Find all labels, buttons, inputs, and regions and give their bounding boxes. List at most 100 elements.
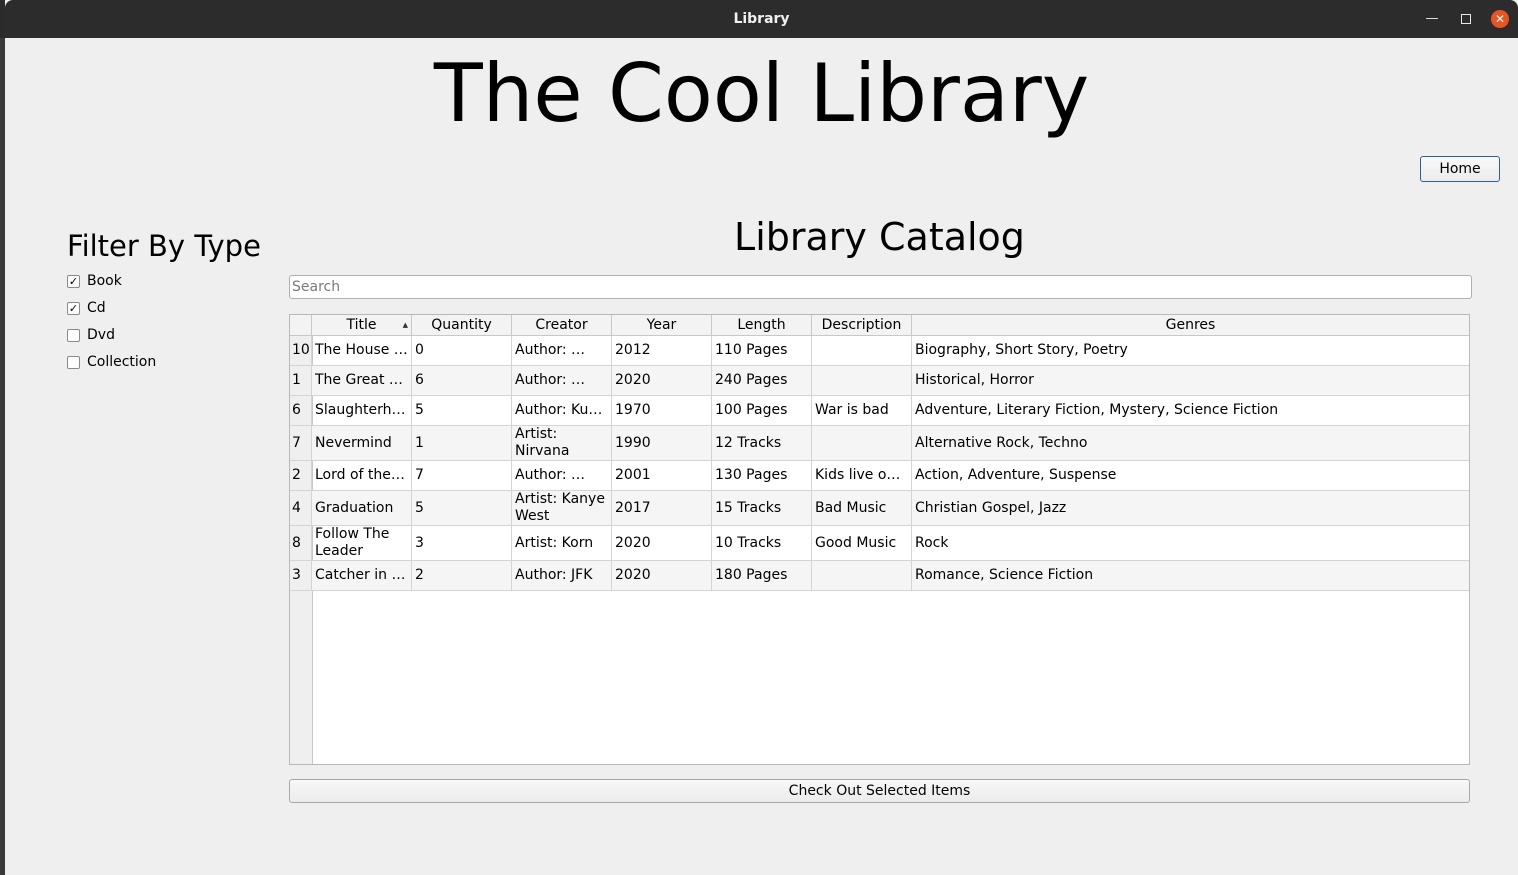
cell-description[interactable] bbox=[812, 561, 912, 590]
checkbox-icon[interactable]: ✓ bbox=[67, 274, 80, 288]
cell-length[interactable]: 15 Tracks bbox=[712, 491, 812, 525]
cell-quantity[interactable]: 5 bbox=[412, 491, 512, 525]
column-header-description[interactable]: Description bbox=[812, 315, 912, 335]
column-header-year[interactable]: Year bbox=[612, 315, 712, 335]
cell-creator[interactable]: Author: … bbox=[512, 366, 612, 395]
cell-year[interactable]: 2017 bbox=[612, 491, 712, 525]
row-header[interactable]: 1 bbox=[290, 366, 312, 395]
column-header-creator[interactable]: Creator bbox=[512, 315, 612, 335]
cell-description[interactable] bbox=[812, 336, 912, 365]
cell-length[interactable]: 12 Tracks bbox=[712, 426, 812, 460]
cell-year[interactable]: 2020 bbox=[612, 561, 712, 590]
cell-year[interactable]: 1970 bbox=[612, 396, 712, 425]
check-out-button[interactable]: Check Out Selected Items bbox=[289, 779, 1470, 803]
table-row[interactable]: 4 Graduation 5 Artist: Kanye West 2017 1… bbox=[290, 491, 1469, 526]
cell-quantity[interactable]: 1 bbox=[412, 426, 512, 460]
cell-title[interactable]: Slaughterh… bbox=[312, 396, 412, 425]
table-row[interactable]: 7 Nevermind 1 Artist: Nirvana 1990 12 Tr… bbox=[290, 426, 1469, 461]
cell-description[interactable] bbox=[812, 366, 912, 395]
cell-title[interactable]: Follow The Leader bbox=[312, 526, 412, 560]
cell-length[interactable]: 100 Pages bbox=[712, 396, 812, 425]
table-row[interactable]: 10 The House … 0 Author: … 2012 110 Page… bbox=[290, 336, 1469, 366]
cell-creator[interactable]: Artist: Korn bbox=[512, 526, 612, 560]
filter-book-checkbox[interactable]: ✓ Book bbox=[67, 271, 122, 291]
table-row[interactable]: 8 Follow The Leader 3 Artist: Korn 2020 … bbox=[290, 526, 1469, 561]
cell-length[interactable]: 10 Tracks bbox=[712, 526, 812, 560]
cell-genres[interactable]: Christian Gospel, Jazz bbox=[912, 491, 1469, 525]
cell-genres[interactable]: Action, Adventure, Suspense bbox=[912, 461, 1469, 490]
cell-description[interactable]: War is bad bbox=[812, 396, 912, 425]
cell-quantity[interactable]: 2 bbox=[412, 561, 512, 590]
cell-quantity[interactable]: 0 bbox=[412, 336, 512, 365]
cell-length[interactable]: 110 Pages bbox=[712, 336, 812, 365]
cell-genres[interactable]: Biography, Short Story, Poetry bbox=[912, 336, 1469, 365]
window-titlebar[interactable]: Library — ✕ bbox=[5, 0, 1518, 38]
checkbox-icon[interactable] bbox=[67, 355, 80, 369]
cell-quantity[interactable]: 7 bbox=[412, 461, 512, 490]
close-icon[interactable]: ✕ bbox=[1491, 10, 1509, 28]
cell-genres[interactable]: Historical, Horror bbox=[912, 366, 1469, 395]
row-header[interactable]: 2 bbox=[290, 461, 312, 490]
cell-quantity[interactable]: 3 bbox=[412, 526, 512, 560]
column-header-length[interactable]: Length bbox=[712, 315, 812, 335]
cell-description[interactable]: Good Music bbox=[812, 526, 912, 560]
cell-title[interactable]: Nevermind bbox=[312, 426, 412, 460]
cell-genres[interactable]: Alternative Rock, Techno bbox=[912, 426, 1469, 460]
cell-quantity[interactable]: 6 bbox=[412, 366, 512, 395]
cell-title[interactable]: Graduation bbox=[312, 491, 412, 525]
cell-description[interactable] bbox=[812, 426, 912, 460]
row-header[interactable]: 3 bbox=[290, 561, 312, 590]
cell-year[interactable]: 2020 bbox=[612, 526, 712, 560]
row-header[interactable]: 4 bbox=[290, 491, 312, 525]
cell-creator[interactable]: Artist: Nirvana bbox=[512, 426, 612, 460]
minimize-icon[interactable]: — bbox=[1423, 10, 1441, 28]
cell-length[interactable]: 180 Pages bbox=[712, 561, 812, 590]
table-row[interactable]: 6 Slaughterh… 5 Author: Ku… 1970 100 Pag… bbox=[290, 396, 1469, 426]
cell-quantity[interactable]: 5 bbox=[412, 396, 512, 425]
checkbox-icon[interactable] bbox=[67, 328, 80, 342]
cell-title[interactable]: The House … bbox=[312, 336, 412, 365]
cell-genres[interactable]: Adventure, Literary Fiction, Mystery, Sc… bbox=[912, 396, 1469, 425]
home-button[interactable]: Home bbox=[1420, 156, 1500, 182]
cell-creator[interactable]: Author: Ku… bbox=[512, 396, 612, 425]
cell-length[interactable]: 130 Pages bbox=[712, 461, 812, 490]
corner-button[interactable] bbox=[290, 315, 312, 335]
table-row[interactable]: 1 The Great … 6 Author: … 2020 240 Pages… bbox=[290, 366, 1469, 396]
table-row[interactable]: 2 Lord of the… 7 Author: … 2001 130 Page… bbox=[290, 461, 1469, 491]
cell-creator[interactable]: Author: JFK bbox=[512, 561, 612, 590]
cell-year[interactable]: 1990 bbox=[612, 426, 712, 460]
cell-year[interactable]: 2012 bbox=[612, 336, 712, 365]
cell-creator[interactable]: Author: … bbox=[512, 336, 612, 365]
checkbox-icon[interactable]: ✓ bbox=[67, 301, 80, 315]
row-header[interactable]: 7 bbox=[290, 426, 312, 460]
cell-length[interactable]: 240 Pages bbox=[712, 366, 812, 395]
filter-dvd-checkbox[interactable]: Dvd bbox=[67, 325, 115, 345]
cell-description[interactable]: Bad Music bbox=[812, 491, 912, 525]
cell-year[interactable]: 2001 bbox=[612, 461, 712, 490]
cell-creator[interactable]: Artist: Kanye West bbox=[512, 491, 612, 525]
row-header[interactable]: 8 bbox=[290, 526, 312, 560]
table-row[interactable]: 3 Catcher in … 2 Author: JFK 2020 180 Pa… bbox=[290, 561, 1469, 591]
search-input[interactable]: Search bbox=[289, 275, 1472, 299]
cell-title[interactable]: The Great … bbox=[312, 366, 412, 395]
cell-year[interactable]: 2020 bbox=[612, 366, 712, 395]
filter-label: Dvd bbox=[87, 327, 115, 343]
column-header-title[interactable]: Title ▲ bbox=[312, 315, 412, 335]
column-header-genres[interactable]: Genres bbox=[912, 315, 1469, 335]
cell-genres[interactable]: Romance, Science Fiction bbox=[912, 561, 1469, 590]
cell-creator[interactable]: Author: … bbox=[512, 461, 612, 490]
column-header-quantity[interactable]: Quantity bbox=[412, 315, 512, 335]
catalog-table[interactable]: Title ▲ Quantity Creator Year Length Des… bbox=[289, 314, 1470, 765]
sort-ascending-icon: ▲ bbox=[402, 321, 408, 329]
cell-title[interactable]: Lord of the… bbox=[312, 461, 412, 490]
filter-collection-checkbox[interactable]: Collection bbox=[67, 352, 156, 372]
cell-description[interactable]: Kids live on… bbox=[812, 461, 912, 490]
maximize-icon[interactable] bbox=[1457, 10, 1475, 28]
row-header[interactable]: 10 bbox=[290, 336, 312, 365]
row-header[interactable]: 6 bbox=[290, 396, 312, 425]
app-window: Library — ✕ The Cool Library Home Filter… bbox=[5, 0, 1518, 875]
cell-genres[interactable]: Rock bbox=[912, 526, 1469, 560]
cell-title[interactable]: Catcher in … bbox=[312, 561, 412, 590]
filter-label: Collection bbox=[87, 354, 157, 370]
filter-cd-checkbox[interactable]: ✓ Cd bbox=[67, 298, 106, 318]
